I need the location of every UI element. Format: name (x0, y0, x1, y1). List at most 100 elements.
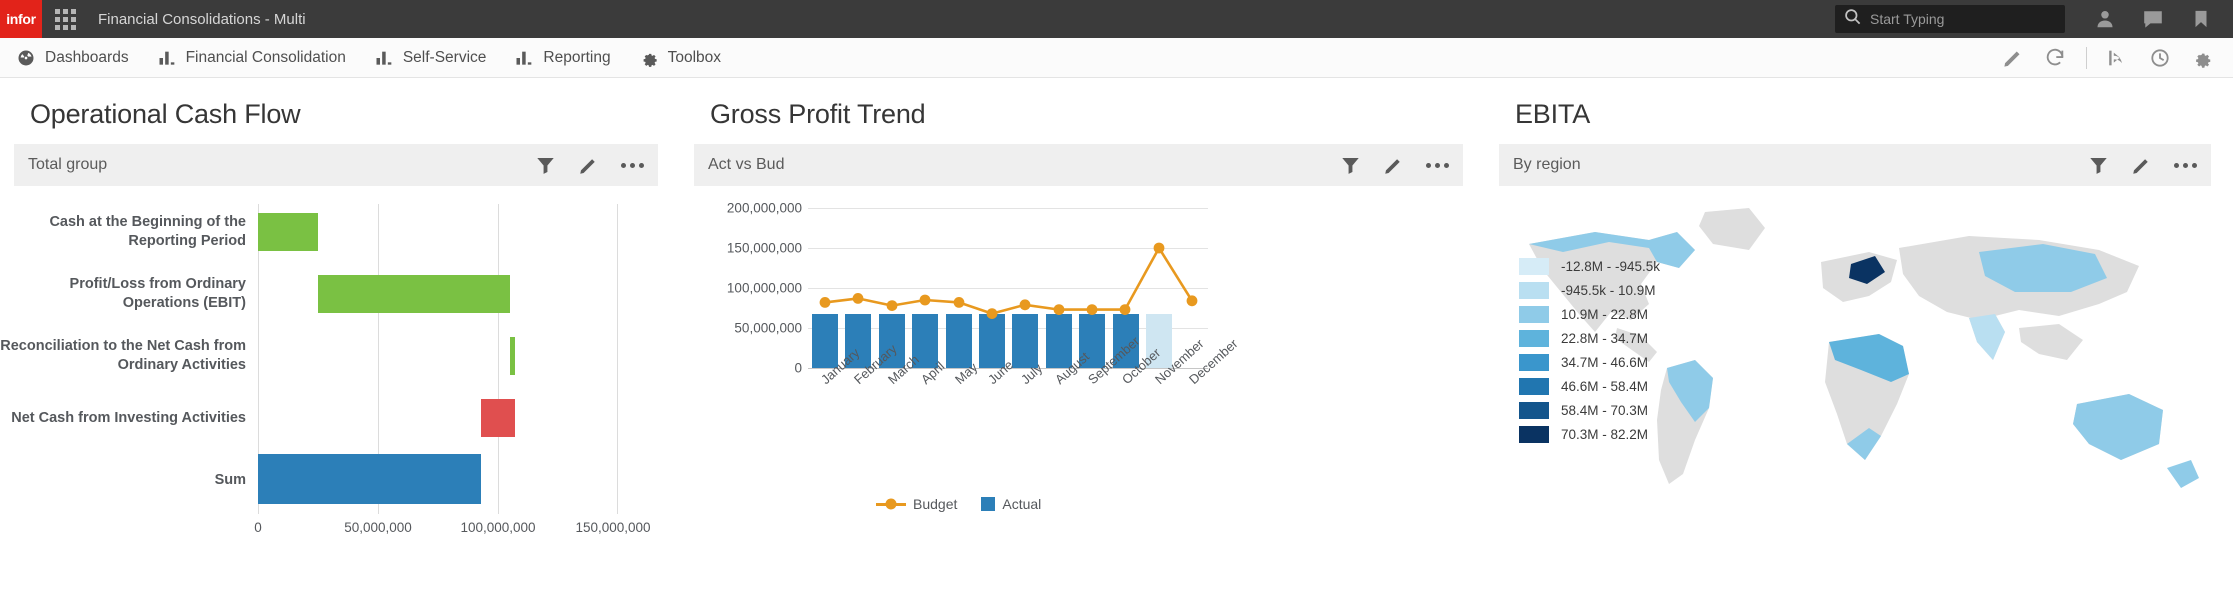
pencil-icon[interactable] (1383, 155, 1404, 176)
widget-toolbar-label: By region (1513, 156, 1581, 173)
waterfall-row[interactable]: Reconciliation to the Net Cash from Ordi… (0, 328, 660, 384)
waterfall-row[interactable]: Profit/Loss from Ordinary Operations (EB… (0, 266, 660, 322)
legend-item[interactable]: -12.8M - -945.5k (1519, 254, 1660, 278)
nav-toolbar-right (1992, 38, 2233, 78)
filter-icon[interactable] (2088, 155, 2109, 176)
app-grid-glyph (54, 8, 76, 30)
settings-gear-icon[interactable] (2181, 38, 2223, 78)
dashboard-icon (16, 48, 36, 68)
waterfall-bar[interactable] (318, 275, 510, 313)
widget-toolbar-icons (513, 155, 644, 176)
waterfall-category-label: Profit/Loss from Ordinary Operations (EB… (69, 276, 246, 311)
nav-item-reporting[interactable]: Reporting (500, 38, 624, 78)
gross-profit-combo-chart: 200,000,000 150,000,000 100,000,000 50,0… (680, 186, 1485, 586)
widget-title: Operational Cash Flow (30, 99, 301, 129)
legend-label: 46.6M - 58.4M (1561, 378, 1649, 394)
user-icon[interactable] (2081, 0, 2129, 38)
nav-item-label: Toolbox (667, 48, 722, 66)
budget-point (986, 308, 998, 319)
filter-icon[interactable] (535, 155, 556, 176)
widget-title: EBITA (1515, 99, 1591, 129)
legend-item[interactable]: 46.6M - 58.4M (1519, 374, 1660, 398)
legend-label: 34.7M - 46.6M (1561, 354, 1649, 370)
legend-item[interactable]: 58.4M - 70.3M (1519, 398, 1660, 422)
pencil-icon[interactable] (2131, 155, 2152, 176)
waterfall-category-label: Reconciliation to the Net Cash from Ordi… (0, 338, 246, 373)
pencil-icon[interactable] (578, 155, 599, 176)
legend-item[interactable]: 70.3M - 82.2M (1519, 422, 1660, 446)
chat-icon[interactable] (2129, 0, 2177, 38)
nav-item-financial-consolidation[interactable]: Financial Consolidation (143, 38, 360, 78)
nav-item-self-service[interactable]: Self-Service (360, 38, 501, 78)
more-options-icon[interactable] (1426, 162, 1449, 168)
nav-item-label: Dashboards (45, 48, 129, 66)
x-axis-tick: 50,000,000 (344, 520, 412, 535)
budget-point (953, 297, 965, 308)
waterfall-category-label: Sum (214, 471, 246, 488)
search-icon (1843, 7, 1862, 31)
toolbar-divider (2086, 46, 2087, 69)
waterfall-row[interactable]: Sum (0, 452, 660, 508)
app-grid-icon[interactable] (42, 0, 88, 38)
legend-item[interactable]: 34.7M - 46.6M (1519, 350, 1660, 374)
x-axis-tick: 150,000,000 (575, 520, 651, 535)
budget-point (1186, 295, 1198, 307)
map-region[interactable] (1969, 314, 2005, 360)
bookmark-icon[interactable] (2177, 0, 2225, 38)
widget-toolbar: By region (1499, 144, 2211, 186)
nav-item-label: Reporting (543, 48, 611, 66)
dashboard-widgets: Operational Cash Flow Total group Cash a… (0, 79, 2233, 592)
search-input[interactable] (1870, 11, 2057, 27)
widget-toolbar: Act vs Bud (694, 144, 1463, 186)
refresh-icon[interactable] (2034, 38, 2076, 78)
widget-toolbar-label: Act vs Bud (708, 156, 785, 173)
y-axis-tick: 50,000,000 (734, 320, 802, 336)
app-title: Financial Consolidations - Multi (98, 10, 306, 28)
nav-item-toolbox[interactable]: Toolbox (625, 38, 735, 78)
topbar-right-group (1835, 0, 2233, 38)
more-options-icon[interactable] (2174, 162, 2197, 168)
waterfall-row[interactable]: Cash at the Beginning of the Reporting P… (0, 204, 660, 260)
legend-label: Budget (913, 496, 958, 512)
legend-label: 58.4M - 70.3M (1561, 402, 1649, 418)
budget-point (886, 300, 898, 311)
legend-label: -12.8M - -945.5k (1561, 258, 1661, 274)
map-region[interactable] (2167, 460, 2199, 488)
legend-swatch (1519, 353, 1549, 371)
legend-item[interactable]: 22.8M - 34.7M (1519, 326, 1660, 350)
widget-gross-profit-trend: Gross Profit Trend Act vs Bud 200,000,00… (680, 79, 1485, 592)
ebita-map-chart: -12.8M - -945.5k -945.5k - 10.9M 10.9M -… (1485, 186, 2233, 586)
budget-point (819, 297, 831, 308)
legend-label: 10.9M - 22.8M (1561, 306, 1649, 322)
share-icon[interactable] (2097, 38, 2139, 78)
more-options-icon[interactable] (621, 162, 644, 168)
bar-chart-icon (374, 48, 394, 68)
pencil-icon[interactable] (1992, 38, 2034, 78)
combo-bars-and-line (808, 208, 1208, 368)
top-header-bar: infor Financial Consolidations - Multi (0, 0, 2233, 38)
legend-line-swatch (876, 502, 906, 506)
waterfall-x-axis: 0 50,000,000 100,000,000 150,000,000 (254, 520, 650, 544)
waterfall-category-label: Net Cash from Investing Activities (11, 409, 246, 426)
filter-icon[interactable] (1340, 155, 1361, 176)
legend-item-actual[interactable]: Actual (981, 496, 1041, 512)
budget-point (1053, 304, 1065, 315)
budget-point (1119, 304, 1131, 315)
gear-icon (639, 48, 659, 68)
legend-label: Actual (1002, 496, 1042, 512)
budget-line-series (819, 242, 1198, 319)
waterfall-row[interactable]: Net Cash from Investing Activities (0, 390, 660, 446)
legend-item-budget[interactable]: Budget (876, 496, 957, 512)
waterfall-bar[interactable] (258, 213, 318, 251)
map-region[interactable] (2073, 394, 2163, 460)
legend-item[interactable]: 10.9M - 22.8M (1519, 302, 1660, 326)
world-map[interactable]: -12.8M - -945.5k -945.5k - 10.9M 10.9M -… (1499, 192, 2229, 587)
infor-logo[interactable]: infor (0, 0, 42, 38)
history-icon[interactable] (2139, 38, 2181, 78)
waterfall-bar[interactable] (258, 454, 481, 504)
waterfall-bar[interactable] (510, 337, 515, 375)
search-box[interactable] (1835, 5, 2065, 33)
legend-item[interactable]: -945.5k - 10.9M (1519, 278, 1660, 302)
nav-item-dashboards[interactable]: Dashboards (0, 38, 143, 78)
waterfall-bar[interactable] (481, 399, 515, 437)
